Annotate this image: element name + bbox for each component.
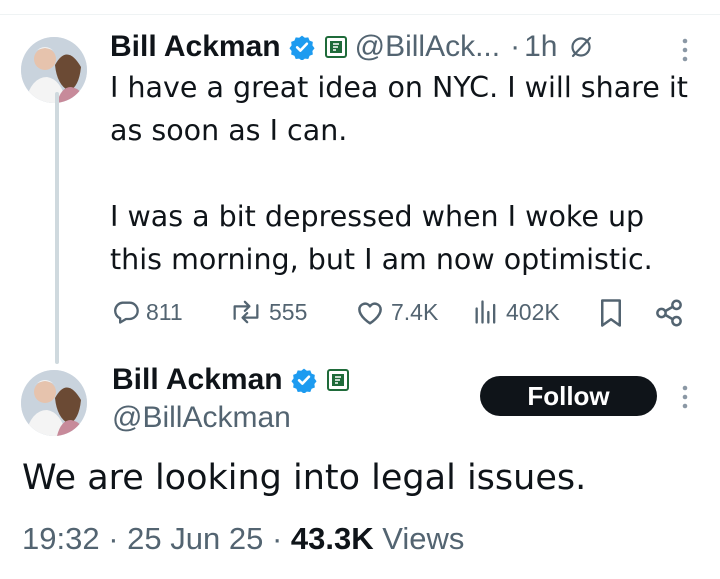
- verified-badge-icon: [289, 34, 315, 60]
- like-button[interactable]: 7.4K: [355, 298, 438, 326]
- repost-count: 555: [269, 298, 308, 325]
- thread-line: [55, 92, 59, 364]
- reply-text-line-4: this morning, but I am now optimistic.: [110, 243, 653, 276]
- heart-icon: [355, 298, 385, 326]
- avatar[interactable]: [21, 370, 87, 436]
- reply-text-line-2: as soon as I can.: [110, 114, 348, 147]
- affiliate-badge-icon[interactable]: [326, 369, 349, 391]
- bookmark-icon[interactable]: [598, 298, 624, 332]
- more-options-icon[interactable]: [675, 383, 695, 415]
- affiliate-badge-icon[interactable]: [324, 36, 347, 58]
- analytics-icon: [472, 298, 500, 326]
- views-label: Views: [382, 521, 465, 556]
- edited-icon: [569, 35, 593, 59]
- author-name[interactable]: Bill Ackman: [110, 30, 281, 64]
- top-divider: [0, 14, 720, 15]
- share-icon[interactable]: [654, 298, 684, 332]
- reply-text-line-1: I have a great idea on NYC. I will share…: [110, 71, 688, 104]
- verified-badge-icon: [291, 367, 317, 393]
- tweet-time[interactable]: 19:32: [22, 521, 100, 556]
- repost-icon: [229, 298, 263, 326]
- repost-button[interactable]: 555: [229, 298, 307, 326]
- separator-dot: ·: [510, 30, 521, 63]
- tweet-meta: 19:32 · 25 Jun 25 · 43.3K Views: [22, 521, 464, 557]
- reply-header: Bill Ackman @BillAck... · 1h: [110, 27, 593, 67]
- separator-dot: ·: [108, 521, 119, 556]
- views-count: 402K: [506, 298, 560, 325]
- views-button[interactable]: 402K: [472, 298, 560, 326]
- reply-text-line-3: I was a bit depressed when I woke up: [110, 200, 645, 233]
- author-handle[interactable]: @BillAckman: [112, 401, 291, 435]
- follow-button[interactable]: Follow: [480, 376, 657, 416]
- reply-count: 811: [146, 298, 183, 325]
- tweet-date[interactable]: 25 Jun 25: [127, 521, 263, 556]
- author-handle[interactable]: @BillAck...: [355, 30, 500, 64]
- tweet-time[interactable]: 1h: [524, 30, 557, 64]
- like-count: 7.4K: [391, 298, 439, 325]
- separator-dot: ·: [271, 521, 283, 556]
- avatar[interactable]: [21, 37, 87, 103]
- reply-button[interactable]: 811: [112, 298, 183, 326]
- views-count: 43.3K: [290, 521, 374, 556]
- more-options-icon[interactable]: [675, 36, 695, 68]
- reply-icon: [112, 298, 140, 326]
- main-header: Bill Ackman: [112, 360, 349, 400]
- tweet-text: We are looking into legal issues.: [22, 458, 587, 498]
- author-name[interactable]: Bill Ackman: [112, 363, 283, 397]
